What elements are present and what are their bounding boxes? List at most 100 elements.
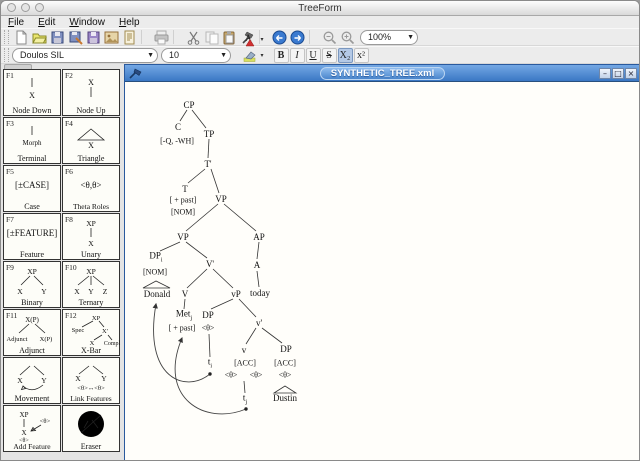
palette-cell-case[interactable]: F5 [±CASE] Case [3, 165, 61, 212]
window-titlebar[interactable]: TreeForm [1, 1, 639, 16]
tree-node-AP[interactable]: AP [253, 232, 265, 242]
menu-window[interactable]: Window [62, 17, 112, 28]
tree-node-past[interactable]: [ + past] [169, 324, 196, 333]
zoom-level-select[interactable]: 100% ▼ [360, 29, 418, 45]
tree-node-Dustin[interactable]: Dustin [273, 393, 297, 403]
document-maximize-button[interactable]: □ [612, 67, 624, 79]
superscript-button[interactable]: x² [353, 47, 369, 63]
palette-cell-theta-roles[interactable]: F6 <θ,θ> Theta Roles [62, 165, 120, 212]
underline-button[interactable]: U [305, 47, 321, 63]
font-family-select[interactable]: Doulos SIL ▼ [12, 47, 158, 63]
toolbar-grip[interactable] [4, 30, 9, 44]
add-feature-glyph-icon: XP X <θ> <θ> [4, 409, 60, 444]
tree-node-Met-j[interactable]: Metj [176, 309, 192, 322]
palette-cell-terminal[interactable]: F3 Morph Terminal [3, 117, 61, 164]
palette-cell-eraser[interactable]: Eraser [62, 405, 120, 452]
palette-cell-x-bar[interactable]: F12 XP Spec X′ X Compl X-Bar [62, 309, 120, 356]
tree-node-past[interactable]: [ + past] [170, 196, 197, 205]
palette-cell-unary[interactable]: F8 XP X Unary [62, 213, 120, 260]
tree-node-today[interactable]: today [250, 288, 270, 298]
strikethrough-button[interactable]: S [321, 47, 337, 63]
svg-text:Y: Y [41, 376, 47, 385]
tree-node-QWH[interactable]: [-Q, -WH] [160, 137, 194, 146]
tree-node-vP[interactable]: vP [231, 289, 241, 299]
zoom-in-button[interactable] [339, 29, 356, 45]
font-color-picker-dropdown[interactable]: ▾ [258, 32, 266, 47]
toolbar-grip[interactable] [4, 48, 9, 62]
tree-node-t-j[interactable]: tj [243, 393, 247, 406]
tree-node-DP-i[interactable]: DPi [149, 251, 162, 264]
font-size-select[interactable]: 10 ▼ [161, 47, 231, 63]
tree-node-feature[interactable]: <θ> [202, 324, 215, 333]
tree-node-VP[interactable]: VP [177, 232, 189, 242]
tree-node-ACC[interactable]: [ACC] [234, 359, 256, 368]
zoom-circle-icon[interactable] [35, 3, 44, 12]
zoom-out-button[interactable] [321, 29, 338, 45]
tree-node-NOM[interactable]: [NOM] [171, 208, 195, 217]
tree-node-V[interactable]: V [182, 289, 189, 299]
paste-button[interactable] [221, 29, 238, 45]
palette-cell-binary[interactable]: F9 XP X Y Binary [3, 261, 61, 308]
tree-node-A[interactable]: A [254, 260, 261, 270]
document-titlebar[interactable]: SYNTHETIC_TREE.xml – □ × [125, 65, 639, 82]
menu-bar: File Edit Window Help [1, 16, 639, 28]
highlight-color-picker-dropdown[interactable]: ▾ [258, 48, 266, 63]
link-features-glyph-icon: X Y <θ>↔<θ> [63, 361, 119, 393]
menu-file[interactable]: File [1, 17, 31, 28]
tree-node-Donald[interactable]: Donald [144, 289, 171, 299]
italic-button[interactable]: I [289, 47, 305, 63]
tree-canvas[interactable]: CP C [-Q, -WH] TP T' T [ + past] [NOM] VP VP AP DPi… [125, 82, 639, 460]
open-folder-button[interactable] [31, 29, 48, 45]
tree-node-feature[interactable]: <θ> [225, 371, 238, 380]
tree-node-t-i[interactable]: ti [208, 357, 212, 370]
export-document-button[interactable] [121, 29, 138, 45]
palette-cell-adjunct[interactable]: F11 X(P) Adjunct X(P) Adjunct [3, 309, 61, 356]
palette-cell-movement[interactable]: X Y Movement [3, 357, 61, 404]
tree-node-C[interactable]: C [175, 122, 181, 132]
undo-button[interactable] [271, 29, 288, 45]
tree-node-VP[interactable]: VP [215, 194, 227, 204]
document-minimize-button[interactable]: – [599, 67, 611, 79]
palette-cell-node-up[interactable]: F2 X Node Up [62, 69, 120, 116]
palette-cell-node-down[interactable]: F1 X Node Down [3, 69, 61, 116]
close-circle-icon[interactable] [7, 3, 16, 12]
palette-cell-add-feature[interactable]: XP X <θ> <θ> Add Feature [3, 405, 61, 452]
tree-node-v[interactable]: v [242, 345, 247, 355]
redo-button[interactable] [289, 29, 306, 45]
save-all-button[interactable] [85, 29, 102, 45]
minimize-circle-icon[interactable] [21, 3, 30, 12]
save-button[interactable] [49, 29, 66, 45]
tree-node-TP[interactable]: TP [204, 129, 215, 139]
tree-node-feature[interactable]: <θ> [279, 371, 292, 380]
print-button[interactable] [153, 29, 170, 45]
palette-cell-label: Binary [21, 298, 43, 307]
tree-node-T[interactable]: T' [204, 159, 211, 169]
tree-node-ACC[interactable]: [ACC] [274, 359, 296, 368]
tree-node-CP[interactable]: CP [183, 100, 194, 110]
tree-node-feature[interactable]: <θ> [250, 371, 263, 380]
tree-node-DP[interactable]: DP [280, 344, 292, 354]
tree-node-V[interactable]: V' [206, 259, 214, 269]
cut-button[interactable] [185, 29, 202, 45]
document-close-button[interactable]: × [625, 67, 637, 79]
font-color-picker-button[interactable]: A [241, 31, 258, 47]
menu-help[interactable]: Help [112, 17, 147, 28]
tree-node-T[interactable]: T [182, 184, 188, 194]
palette-cell-link-features[interactable]: X Y <θ>↔<θ> Link Features [62, 357, 120, 404]
adjunct-glyph-icon: X(P) Adjunct X(P) [4, 313, 60, 345]
subscript-button[interactable]: X₂ [337, 47, 353, 63]
export-image-button[interactable] [103, 29, 120, 45]
palette-cell-triangle[interactable]: F4 X Triangle [62, 117, 120, 164]
tree-node-v[interactable]: v' [256, 318, 262, 328]
tree-node-NOM[interactable]: [NOM] [143, 268, 167, 277]
tree-lines-layer [142, 109, 298, 415]
tree-node-DP[interactable]: DP [202, 310, 214, 320]
palette-cell-ternary[interactable]: F10 XP X Y Z Ternary [62, 261, 120, 308]
palette-cell-feature[interactable]: F7 [±FEATURE] Feature [3, 213, 61, 260]
bold-button[interactable]: B [273, 47, 289, 63]
menu-edit[interactable]: Edit [31, 17, 62, 28]
new-file-button[interactable] [13, 29, 30, 45]
copy-button[interactable] [203, 29, 220, 45]
highlight-color-picker-button[interactable] [241, 47, 258, 63]
save-as-button[interactable] [67, 29, 84, 45]
